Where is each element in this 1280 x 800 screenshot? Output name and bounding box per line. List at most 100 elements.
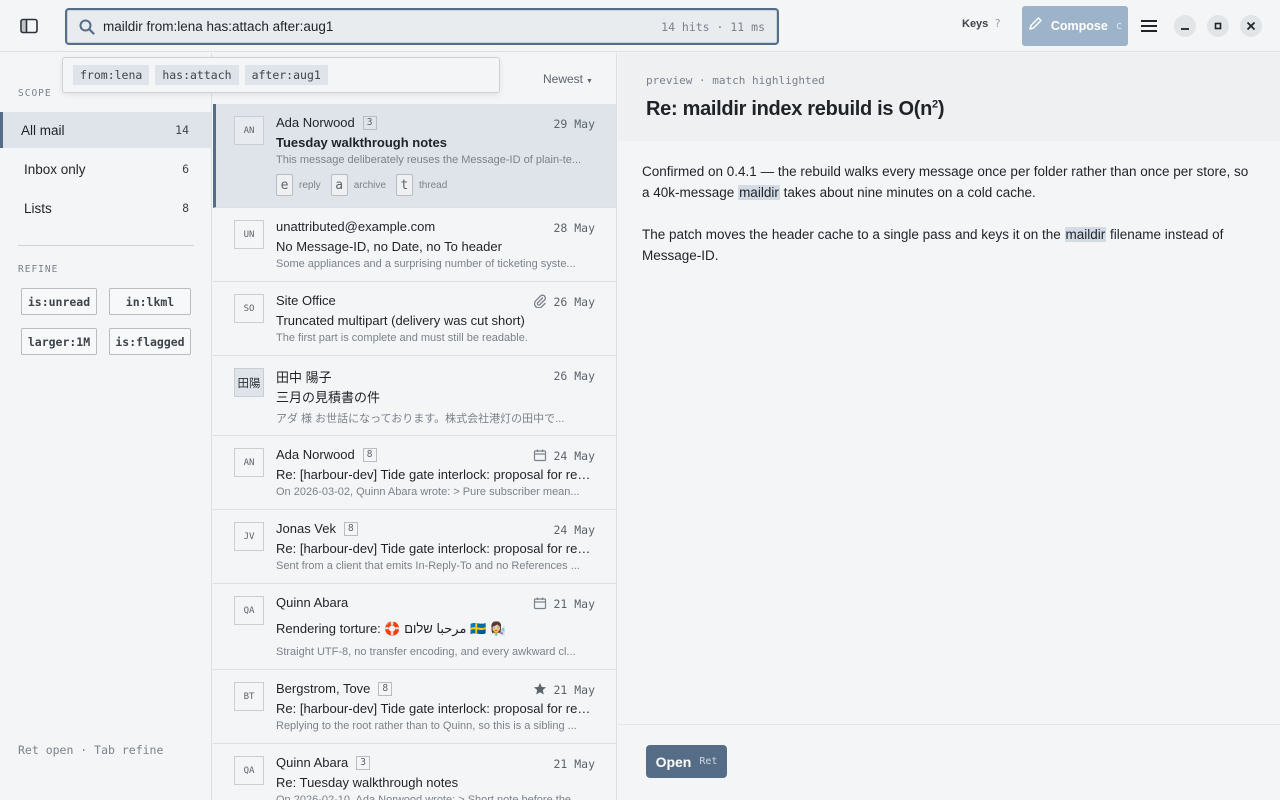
suggestion-chip[interactable]: after:aug1	[244, 65, 328, 85]
action-key: t	[395, 174, 413, 196]
avatar: AN	[234, 116, 264, 145]
message-date: 26 May	[553, 369, 595, 383]
open-button[interactable]: Open Ret	[646, 745, 727, 778]
preview-header: preview · match highlighted Re: maildir …	[618, 53, 1280, 141]
row-action-reply[interactable]: e reply	[276, 174, 321, 196]
sender-name: Quinn Abara	[276, 595, 349, 610]
message-subject: Truncated multipart (delivery was cut sh…	[276, 313, 525, 328]
sender-name: 田中 陽子	[276, 370, 332, 385]
action-label: reply	[299, 179, 321, 191]
action-label: archive	[353, 179, 386, 191]
sidebar-divider	[18, 245, 194, 246]
scope-item-all-mail[interactable]: All mail 14	[0, 112, 211, 148]
thread-count-badge: 8	[362, 447, 377, 462]
preview-text: takes about nine minutes on a cold cache…	[779, 185, 1036, 200]
keys-label: Keys	[962, 18, 989, 30]
refine-chip-unread[interactable]: is:unread	[21, 288, 97, 315]
row-action-thread[interactable]: t thread	[395, 174, 447, 196]
sender: unattributed@example.com	[276, 219, 435, 234]
message-snippet: The first part is complete and must stil…	[276, 332, 528, 344]
refine-chip-larger[interactable]: larger:1M	[21, 328, 97, 355]
message-row[interactable]: QA Quinn Abara 21 May Rendering torture: 🛟 …	[213, 584, 616, 670]
message-date: 24 May	[553, 449, 595, 463]
message-subject: Re: Tuesday walkthrough notes	[276, 775, 459, 790]
calendar-icon	[533, 448, 547, 462]
refine-section-label: REFINE	[18, 264, 59, 275]
preview-pane: preview · match highlighted Re: maildir …	[618, 53, 1280, 800]
scope-item-label: All mail	[21, 122, 65, 138]
sender: Ada Norwood 8	[276, 447, 377, 462]
close-icon[interactable]	[1240, 15, 1262, 37]
row-action-archive[interactable]: a archive	[330, 174, 386, 196]
message-snippet: Straight UTF-8, no transfer encoding, an…	[276, 646, 576, 658]
thread-count-badge: 3	[362, 115, 377, 130]
menu-icon[interactable]	[1139, 16, 1159, 36]
preview-paragraph: Confirmed on 0.4.1 — the rebuild walks e…	[642, 161, 1258, 203]
search-icon	[67, 19, 99, 35]
sender-name: Jonas Vek	[276, 521, 336, 536]
match-highlight: maildir	[1064, 227, 1107, 242]
scope-item-lists[interactable]: Lists 8	[0, 190, 211, 226]
compose-key: c	[1115, 20, 1123, 32]
keys-button[interactable]: Keys?	[962, 17, 1001, 30]
suggestion-chip[interactable]: has:attach	[155, 65, 239, 85]
sender: Quinn Abara	[276, 595, 348, 610]
refine-chip-flagged[interactable]: is:flagged	[109, 328, 191, 355]
message-snippet: Some appliances and a surprising number …	[276, 258, 576, 270]
action-key: e	[276, 174, 293, 196]
search-box[interactable]: 14 hits · 11 ms	[65, 8, 779, 45]
message-subject: No Message-ID, no Date, no To header	[276, 239, 502, 254]
action-key: a	[330, 174, 348, 196]
preview-body: Confirmed on 0.4.1 — the rebuild walks e…	[642, 161, 1258, 287]
scope-item-label: Inbox only	[24, 161, 86, 177]
suggestion-chip[interactable]: from:lena	[73, 65, 150, 85]
match-highlight: maildir	[738, 185, 780, 200]
sender-name: Bergstrom, Tove	[276, 681, 371, 696]
message-snippet: Sent from a client that emits In-Reply-T…	[276, 560, 580, 572]
avatar: BT	[234, 682, 264, 711]
message-row[interactable]: JV Jonas Vek 8 24 May Re: [harbour-dev] Tide…	[213, 510, 616, 584]
sender-name: Site Office	[276, 293, 336, 308]
message-row[interactable]: UN unattributed@example.com 28 May No Messa…	[213, 208, 616, 282]
minimize-icon[interactable]	[1174, 15, 1196, 37]
keys-hint: ?	[994, 17, 1001, 30]
row-actions: e reply a archive t thread	[276, 174, 447, 196]
avatar: AN	[234, 448, 264, 477]
top-bar: 14 hits · 11 ms Keys? Compose c	[0, 0, 1280, 52]
sort-dropdown[interactable]: Newest ▼	[543, 72, 593, 86]
preview-footer-divider	[618, 724, 1280, 725]
thread-count-badge: 8	[378, 681, 393, 696]
refine-chip-lkml[interactable]: in:lkml	[109, 288, 191, 315]
message-row[interactable]: BT Bergstrom, Tove 8 21 May Re: [harbour-dev…	[213, 670, 616, 744]
sender-name: Quinn Abara	[276, 755, 349, 770]
thread-count-badge: 3	[356, 755, 371, 770]
message-row[interactable]: AN Ada Norwood 3 29 May Tuesday walkthrough …	[213, 104, 616, 208]
message-row[interactable]: 田陽 田中 陽子 26 May 三月の見積書の件 アダ 様 お世話になっております。株式…	[213, 356, 616, 436]
scope-item-inbox-only[interactable]: Inbox only 6	[0, 151, 211, 187]
message-row[interactable]: SO Site Office 26 May Truncated multipart (…	[213, 282, 616, 356]
message-snippet: Replying to the root rather than to Quin…	[276, 720, 577, 732]
sender-name: Ada Norwood	[276, 447, 355, 462]
sort-label: Newest	[543, 72, 584, 86]
scope-item-count: 6	[182, 162, 189, 176]
thread-count-badge: 8	[344, 521, 358, 536]
preview-meta: preview · match highlighted	[646, 74, 825, 87]
message-date: 24 May	[553, 523, 595, 537]
search-stats: 14 hits · 11 ms	[661, 19, 765, 34]
message-subject: Rendering torture: 🛟 مرحبا שלום 🇸🇪 👩‍🔬	[276, 621, 507, 636]
message-row[interactable]: AN Ada Norwood 8 24 May Re: [harbour-dev] Ti…	[213, 436, 616, 510]
scope-item-label: Lists	[24, 200, 52, 216]
compose-label: Compose	[1050, 19, 1108, 33]
search-input[interactable]	[99, 19, 662, 34]
maximize-icon[interactable]	[1207, 15, 1229, 37]
message-snippet: On 2026-03-02, Quinn Abara wrote: > Pure…	[276, 486, 580, 498]
message-subject: Re: [harbour-dev] Tide gate interlock: p…	[276, 467, 596, 482]
paperclip-icon	[533, 294, 547, 308]
compose-button[interactable]: Compose c	[1022, 6, 1128, 46]
sidebar-toggle-icon[interactable]	[18, 15, 40, 37]
message-row[interactable]: QA Quinn Abara 3 21 May Re: Tuesday walkthro…	[213, 744, 616, 800]
avatar: 田陽	[234, 368, 264, 397]
preview-text: The patch moves the header cache to a si…	[642, 227, 1065, 242]
message-subject: Re: [harbour-dev] Tide gate interlock: p…	[276, 701, 596, 716]
preview-paragraph: The patch moves the header cache to a si…	[642, 224, 1258, 266]
